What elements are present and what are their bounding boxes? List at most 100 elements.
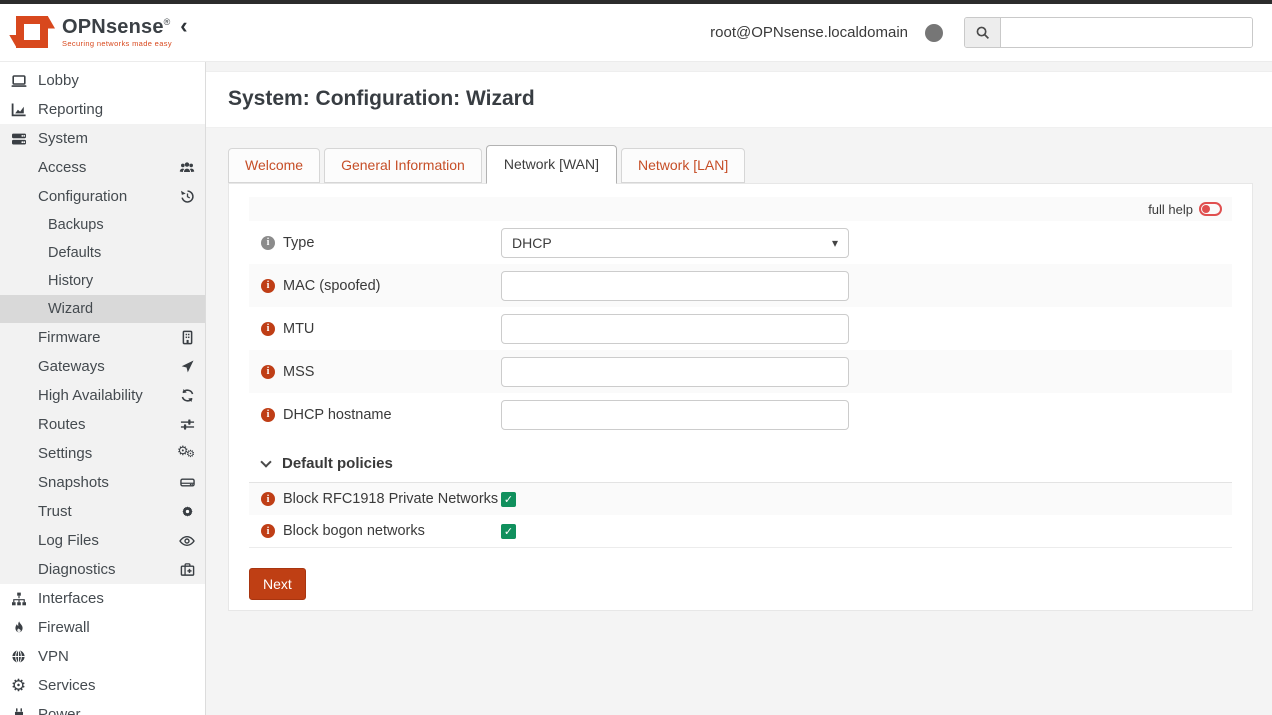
tab-welcome[interactable]: Welcome xyxy=(228,148,320,183)
sidebar-item-label: VPN xyxy=(38,648,69,665)
sidebar-item-label: Reporting xyxy=(38,101,103,118)
sidebar-item-label: Snapshots xyxy=(38,474,109,491)
sidebar-item-label: Firmware xyxy=(38,329,101,346)
wizard-tabs: Welcome General Information Network [WAN… xyxy=(228,145,1253,183)
field-label: Type xyxy=(283,235,314,251)
sidebar-item-routes[interactable]: Routes xyxy=(0,410,205,439)
page-header: System: Configuration: Wizard xyxy=(206,71,1272,128)
sidebar-item-backups[interactable]: Backups xyxy=(0,211,205,239)
sidebar-item-label: Power xyxy=(38,706,81,715)
info-icon[interactable]: i xyxy=(261,524,275,538)
info-icon[interactable]: i xyxy=(261,408,275,422)
sidebar-item-firewall[interactable]: Firewall xyxy=(0,613,205,642)
eye-icon xyxy=(179,533,195,549)
sliders-icon xyxy=(180,417,195,432)
area-chart-icon xyxy=(10,102,27,118)
info-icon[interactable]: i xyxy=(261,279,275,293)
section-title: Default policies xyxy=(282,455,393,472)
mss-input[interactable] xyxy=(501,357,849,387)
system-menu-group: System Access Configuration Backups Defa… xyxy=(0,124,205,584)
sidebar-item-label: Log Files xyxy=(38,532,99,549)
sidebar-item-power[interactable]: Power xyxy=(0,700,205,715)
sidebar-item-label: Firewall xyxy=(38,619,90,636)
header: OPNsense ® ‹ Securing networks made easy… xyxy=(0,4,1272,62)
history-icon xyxy=(180,189,195,204)
sidebar-item-label: Gateways xyxy=(38,358,105,375)
search-input[interactable] xyxy=(1001,18,1252,47)
form-row-type: i Type DHCP ▾ xyxy=(249,221,1232,264)
sidebar-item-label: Routes xyxy=(38,416,86,433)
sidebar-item-settings[interactable]: Settings ⚙ ⚙ xyxy=(0,439,205,468)
sidebar-item-snapshots[interactable]: Snapshots xyxy=(0,468,205,497)
sidebar-item-vpn[interactable]: VPN xyxy=(0,642,205,671)
building-icon xyxy=(180,330,195,345)
sidebar-item-configuration[interactable]: Configuration xyxy=(0,182,205,211)
registered-mark: ® xyxy=(164,18,171,27)
sidebar-item-label: Diagnostics xyxy=(38,561,116,578)
field-label: DHCP hostname xyxy=(283,407,392,423)
mac-spoofed-input[interactable] xyxy=(501,271,849,301)
refresh-icon xyxy=(180,388,195,403)
info-icon[interactable]: i xyxy=(261,322,275,336)
sidebar: Lobby Reporting System Access Configurat… xyxy=(0,62,206,715)
sidebar-item-defaults[interactable]: Defaults xyxy=(0,239,205,267)
sidebar-item-label: High Availability xyxy=(38,387,143,404)
policies-group: i Block RFC1918 Private Networks ✓ i Blo… xyxy=(249,483,1232,548)
sidebar-item-wizard[interactable]: Wizard xyxy=(0,295,205,323)
server-icon xyxy=(10,131,27,147)
laptop-icon xyxy=(10,73,27,89)
certificate-seal-icon xyxy=(180,504,195,519)
chevron-down-icon xyxy=(260,456,271,467)
tab-network-lan[interactable]: Network [LAN] xyxy=(621,148,745,183)
location-arrow-icon xyxy=(180,359,195,374)
field-label: MTU xyxy=(283,321,314,337)
sidebar-item-history[interactable]: History xyxy=(0,267,205,295)
sidebar-item-gateways[interactable]: Gateways xyxy=(0,352,205,381)
section-default-policies[interactable]: Default policies xyxy=(249,446,1232,483)
dhcp-hostname-input[interactable] xyxy=(501,400,849,430)
sidebar-collapse-icon[interactable]: ‹ xyxy=(180,17,187,35)
tab-general-information[interactable]: General Information xyxy=(324,148,482,183)
sidebar-item-label: Configuration xyxy=(38,188,127,205)
info-icon[interactable]: i xyxy=(261,492,275,506)
form-row-mtu: i MTU xyxy=(249,307,1232,350)
sidebar-item-lobby[interactable]: Lobby xyxy=(0,66,205,95)
tab-network-wan[interactable]: Network [WAN] xyxy=(486,145,617,184)
full-help-toggle-icon[interactable] xyxy=(1199,202,1222,216)
type-select[interactable]: DHCP ▾ xyxy=(501,228,849,258)
sidebar-item-reporting[interactable]: Reporting xyxy=(0,95,205,124)
block-bogon-checkbox[interactable]: ✓ xyxy=(501,524,516,539)
sidebar-item-system[interactable]: System xyxy=(0,124,205,153)
field-label: Block bogon networks xyxy=(283,523,425,539)
info-icon[interactable]: i xyxy=(261,365,275,379)
plug-icon xyxy=(10,707,27,715)
sidebar-item-label: Defaults xyxy=(48,245,101,261)
sidebar-item-log-files[interactable]: Log Files xyxy=(0,526,205,555)
sidebar-item-services[interactable]: ⚙ Services xyxy=(0,671,205,700)
fire-icon xyxy=(10,620,27,635)
sidebar-item-firmware[interactable]: Firmware xyxy=(0,323,205,352)
info-icon[interactable]: i xyxy=(261,236,275,250)
sidebar-item-trust[interactable]: Trust xyxy=(0,497,205,526)
mtu-input[interactable] xyxy=(501,314,849,344)
type-select-value: DHCP xyxy=(512,235,552,251)
page-title: System: Configuration: Wizard xyxy=(228,87,1250,111)
caret-down-icon: ▾ xyxy=(832,236,838,250)
sidebar-item-label: History xyxy=(48,273,93,289)
sidebar-item-high-availability[interactable]: High Availability xyxy=(0,381,205,410)
sidebar-item-label: Lobby xyxy=(38,72,79,89)
sidebar-item-interfaces[interactable]: Interfaces xyxy=(0,584,205,613)
next-button[interactable]: Next xyxy=(249,568,306,600)
hdd-icon xyxy=(180,475,195,490)
status-dot xyxy=(925,24,943,42)
sidebar-item-diagnostics[interactable]: Diagnostics xyxy=(0,555,205,584)
search-box[interactable] xyxy=(964,17,1253,48)
sidebar-item-label: Interfaces xyxy=(38,590,104,607)
field-label: Block RFC1918 Private Networks xyxy=(283,491,498,507)
globe-icon xyxy=(10,649,27,664)
full-help-label: full help xyxy=(1148,202,1193,217)
block-rfc1918-checkbox[interactable]: ✓ xyxy=(501,492,516,507)
sidebar-item-access[interactable]: Access xyxy=(0,153,205,182)
sidebar-item-label: Wizard xyxy=(48,301,93,317)
policy-row-bogon: i Block bogon networks ✓ xyxy=(249,515,1232,547)
